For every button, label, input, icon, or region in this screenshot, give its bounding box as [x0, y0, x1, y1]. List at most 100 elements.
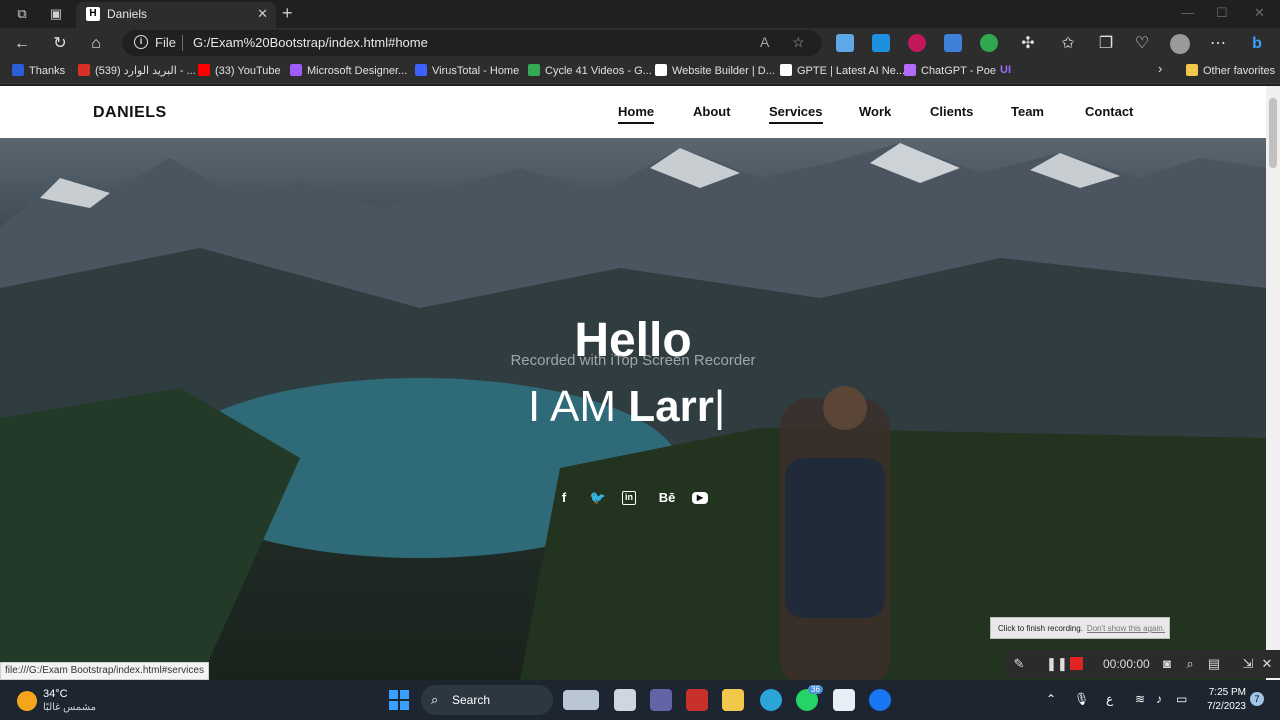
bookmark-item[interactable]: Thanks [12, 64, 65, 77]
volume-icon[interactable]: ♪ [1156, 692, 1162, 706]
web-page: DANIELS Home About Services Work Clients… [0, 86, 1266, 680]
input-language[interactable]: ع [1106, 692, 1113, 706]
teams-icon[interactable] [650, 689, 672, 711]
extensions-puzzle-icon[interactable]: ✣ [1018, 34, 1038, 54]
download-extension-icon[interactable] [872, 34, 890, 52]
pen-icon[interactable]: ✎ [1011, 656, 1027, 672]
gmail-icon [78, 64, 90, 76]
new-tab-icon[interactable]: + [282, 3, 293, 24]
maximize-icon[interactable]: ☐ [1216, 5, 1228, 21]
nav-about[interactable]: About [693, 104, 731, 119]
favorite-star-icon[interactable]: ☆ [792, 34, 805, 51]
hero-section: Hello Recorded with iTop Screen Recorder… [0, 138, 1266, 680]
youtube-icon [198, 64, 210, 76]
task-view-icon[interactable] [614, 689, 636, 711]
extension-icon[interactable] [944, 34, 962, 52]
workspaces-icon[interactable]: ⧉ [14, 6, 30, 22]
collections-icon[interactable]: ❐ [1096, 34, 1116, 54]
url-text[interactable]: G:/Exam%20Bootstrap/index.html#home [193, 35, 428, 50]
camera-icon[interactable]: ◙ [1159, 656, 1175, 671]
screen-recorder-icon[interactable] [686, 689, 708, 711]
profile-avatar-icon[interactable] [1170, 34, 1190, 54]
start-button-icon[interactable] [389, 690, 409, 710]
bookmark-item[interactable]: Website Builder | D... [655, 64, 775, 77]
link-status-url: file:///G:/Exam Bootstrap/index.html#ser… [0, 662, 209, 680]
bookmark-item[interactable]: (33) YouTube [198, 64, 281, 77]
back-icon[interactable]: ← [12, 34, 32, 54]
taskbar-clock[interactable]: 7:25 PM 7/2/2023 [1200, 686, 1246, 714]
pause-icon[interactable]: ❚❚ [1046, 656, 1068, 672]
close-window-icon[interactable]: ✕ [1254, 5, 1265, 21]
close-tab-icon[interactable]: ✕ [257, 6, 268, 22]
ui-bookmark-icon[interactable]: UI [1000, 64, 1011, 76]
facebook-app-icon[interactable] [869, 689, 891, 711]
virustotal-icon [415, 64, 427, 76]
clock-time: 7:25 PM [1208, 687, 1246, 698]
minimize-icon[interactable]: — [1181, 5, 1194, 20]
favorites-icon[interactable]: ✩ [1058, 34, 1078, 54]
microphone-icon[interactable]: 🎙 [1074, 692, 1089, 706]
behance-icon[interactable]: Bē [657, 488, 677, 508]
typed-prefix: I AM [528, 382, 629, 431]
browser-title-bar: ⧉ ▣ H Daniels ✕ + — ☐ ✕ [0, 0, 1280, 28]
info-icon[interactable]: i [134, 35, 148, 49]
refresh-icon[interactable]: ↻ [50, 34, 70, 54]
chevron-up-icon[interactable]: ⌃ [1046, 692, 1056, 706]
stop-recording-button[interactable] [1070, 657, 1083, 670]
poe-icon [904, 64, 916, 76]
store-icon[interactable] [833, 689, 855, 711]
notes-icon[interactable]: ▤ [1206, 656, 1222, 672]
browser-essentials-icon[interactable]: ♡ [1132, 34, 1152, 54]
drive-icon [528, 64, 540, 76]
more-menu-icon[interactable]: ⋯ [1208, 34, 1228, 54]
notification-badge[interactable]: 7 [1250, 692, 1264, 706]
minimize-recorder-icon[interactable]: ⇲ [1240, 656, 1256, 672]
other-favorites[interactable]: Other favorites [1186, 64, 1275, 77]
bookmark-item[interactable]: Cycle 41 Videos - G... [528, 64, 652, 77]
close-recorder-icon[interactable]: ✕ [1259, 656, 1275, 672]
address-bar[interactable]: i File G:/Exam%20Bootstrap/index.html#ho… [122, 30, 822, 56]
scrollbar-thumb[interactable] [1269, 98, 1277, 168]
zoom-icon[interactable]: ⌕ [1182, 656, 1198, 672]
recorder-watermark: Recorded with iTop Screen Recorder [510, 352, 756, 369]
bookmark-item[interactable]: Microsoft Designer... [290, 64, 407, 77]
battery-icon[interactable]: ▭ [1176, 692, 1187, 706]
facebook-icon[interactable]: f [554, 488, 574, 508]
bookmark-item[interactable]: (539) البريد الوارد - ... [78, 64, 196, 77]
youtube-icon[interactable]: ▶ [692, 492, 708, 504]
widgets-icon[interactable] [563, 690, 599, 710]
home-icon[interactable]: ⌂ [86, 34, 106, 54]
extension-icon[interactable] [980, 34, 998, 52]
tab-actions-icon[interactable]: ▣ [48, 6, 64, 22]
twitter-icon[interactable]: 🐦 [588, 488, 608, 508]
wifi-icon[interactable]: ≋ [1135, 692, 1145, 706]
recording-timer: 00:00:00 [1103, 657, 1150, 671]
nav-home[interactable]: Home [618, 104, 655, 124]
typed-name: Larr [628, 382, 714, 431]
typed-cursor: | [713, 382, 726, 431]
browser-tab[interactable]: H Daniels ✕ [76, 2, 276, 28]
site-brand[interactable]: DANIELS [93, 104, 167, 122]
bookmark-item[interactable]: GPTE | Latest AI Ne... [780, 64, 905, 77]
nav-services[interactable]: Services [769, 104, 823, 124]
read-aloud-icon[interactable]: A [760, 34, 769, 50]
taskbar-search[interactable]: ⌕ Search [421, 685, 553, 715]
gpte-icon [780, 64, 792, 76]
bookmark-item[interactable]: ChatGPT - Poe [904, 64, 996, 77]
page-scrollbar[interactable] [1266, 86, 1280, 680]
extension-icon[interactable] [836, 34, 854, 52]
whatsapp-badge: 36 [808, 685, 823, 694]
bookmark-item[interactable]: VirusTotal - Home [415, 64, 519, 77]
nav-work[interactable]: Work [859, 104, 891, 119]
file-explorer-icon[interactable] [722, 689, 744, 711]
chevron-right-icon[interactable]: › [1158, 61, 1162, 76]
nav-clients[interactable]: Clients [930, 104, 973, 119]
nav-contact[interactable]: Contact [1085, 104, 1133, 119]
address-separator [182, 35, 183, 51]
extension-icon[interactable] [908, 34, 926, 52]
bing-chat-icon[interactable]: b [1247, 34, 1267, 54]
dont-show-again-link[interactable]: Don't show this again. [1087, 624, 1165, 633]
linkedin-icon[interactable]: in [622, 491, 636, 505]
nav-team[interactable]: Team [1011, 104, 1044, 119]
edge-icon[interactable] [760, 689, 782, 711]
